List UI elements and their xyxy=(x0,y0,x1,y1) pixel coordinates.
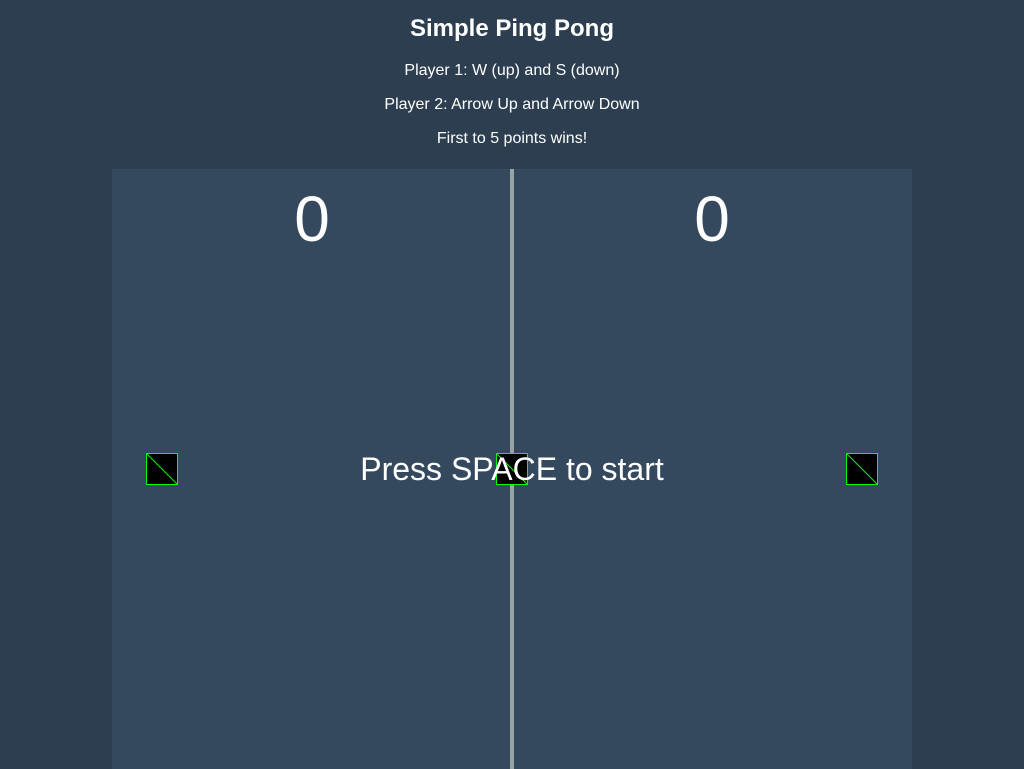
page-title: Simple Ping Pong xyxy=(409,15,614,42)
player1-score: 0 xyxy=(294,183,330,255)
game-canvas[interactable]: 0 0 Press SPACE to start xyxy=(112,169,912,769)
player1-controls-text: Player 1: W (up) and S (down) xyxy=(404,62,620,79)
win-condition-text: First to 5 points wins! xyxy=(436,130,588,147)
player2-controls-text: Player 2: Arrow Up and Arrow Down xyxy=(384,96,640,113)
player2-score: 0 xyxy=(694,183,730,255)
start-prompt: Press SPACE to start xyxy=(360,451,664,487)
